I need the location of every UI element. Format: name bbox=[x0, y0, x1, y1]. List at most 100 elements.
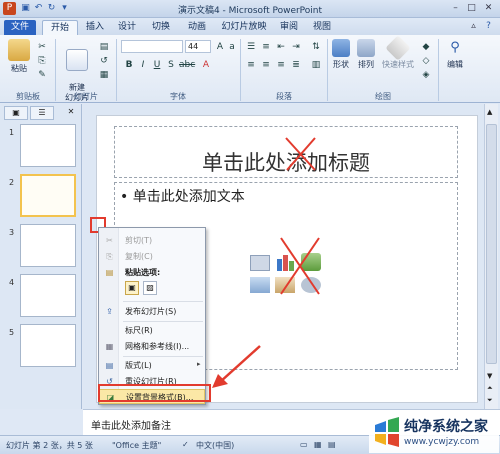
slide-number: 3 bbox=[9, 228, 15, 237]
group-separator bbox=[116, 39, 117, 101]
shape-effects-icon[interactable]: ◈ bbox=[420, 69, 432, 81]
paste-keep-source-icon[interactable]: ▣ bbox=[125, 281, 139, 295]
slide-count-status: 幻灯片 第 2 张，共 5 张 bbox=[6, 441, 93, 450]
language-status[interactable]: 中文(中国) bbox=[196, 440, 234, 451]
slide-number: 1 bbox=[9, 128, 15, 137]
maximize-button[interactable]: □ bbox=[464, 2, 479, 15]
shape-outline-icon[interactable]: ◇ bbox=[420, 55, 432, 67]
shadow-button[interactable]: S bbox=[165, 59, 177, 71]
decrease-indent-icon[interactable]: ⇤ bbox=[275, 41, 287, 53]
theme-status: "Office 主题" bbox=[112, 441, 162, 450]
slide-thumbnail[interactable] bbox=[20, 224, 76, 267]
vertical-scrollbar[interactable]: ▲ ▼ ⏶ ⏷ bbox=[484, 104, 498, 409]
spellcheck-icon[interactable]: ✓ bbox=[182, 440, 189, 449]
group-separator bbox=[438, 39, 439, 101]
tab-design[interactable]: 设计 bbox=[112, 20, 142, 35]
ribbon: 粘贴 ✂ ⎘ ✎ 剪贴板 新建 幻灯片 ▤ ↺ ▦ 幻灯片 44 A a B I… bbox=[0, 35, 500, 103]
shrink-font-icon[interactable]: a bbox=[226, 41, 238, 53]
minimize-ribbon-icon[interactable]: ▵ bbox=[466, 20, 481, 33]
submenu-arrow-icon: ▸ bbox=[197, 360, 201, 368]
slides-tab[interactable]: ▣ bbox=[4, 106, 28, 120]
menu-item-cut[interactable]: ✂ 剪切(T) bbox=[99, 233, 205, 248]
font-color-icon[interactable]: A bbox=[200, 59, 212, 71]
tab-home[interactable]: 开始 bbox=[42, 20, 78, 35]
tab-file[interactable]: 文件 bbox=[4, 20, 36, 35]
slide-thumbnail-selected[interactable] bbox=[20, 174, 76, 217]
insert-table-icon[interactable] bbox=[250, 255, 270, 271]
outline-tab[interactable]: ☰ bbox=[30, 106, 54, 120]
tab-transitions[interactable]: 切换 bbox=[146, 20, 176, 35]
reset-icon[interactable]: ↺ bbox=[98, 55, 110, 67]
minimize-button[interactable]: – bbox=[448, 2, 463, 15]
layout-icon[interactable]: ▤ bbox=[98, 41, 110, 53]
close-pane-icon[interactable]: ✕ bbox=[64, 106, 78, 120]
font-size-field[interactable]: 44 bbox=[185, 40, 211, 53]
cut-icon[interactable]: ✂ bbox=[36, 41, 48, 53]
menu-separator bbox=[123, 301, 203, 302]
columns-icon[interactable]: ▥ bbox=[310, 59, 322, 71]
slide-number: 5 bbox=[9, 328, 15, 337]
copy-icon[interactable]: ⎘ bbox=[36, 55, 48, 67]
quick-styles-button[interactable]: 快速样式 bbox=[380, 35, 416, 70]
slide-thumbnail[interactable] bbox=[20, 324, 76, 367]
close-button[interactable]: ✕ bbox=[481, 2, 496, 15]
tab-animations[interactable]: 动画 bbox=[182, 20, 212, 35]
group-separator bbox=[327, 39, 328, 101]
previous-slide-icon[interactable]: ⏶ bbox=[487, 384, 493, 393]
menu-item-publish-slides[interactable]: ⇪ 发布幻灯片(S) bbox=[99, 304, 205, 319]
binoculars-icon: ⚲ bbox=[450, 40, 460, 55]
clipboard-icon bbox=[8, 39, 30, 61]
align-right-icon[interactable]: ≡ bbox=[275, 59, 287, 71]
tab-review[interactable]: 审阅 bbox=[274, 20, 304, 35]
menu-item-grid-guides[interactable]: ▦ 网格和参考线(I)... bbox=[99, 339, 205, 354]
tab-slideshow[interactable]: 幻灯片放映 bbox=[216, 20, 272, 35]
editing-button[interactable]: ⚲ 编辑 bbox=[444, 39, 466, 70]
help-icon[interactable]: ? bbox=[481, 20, 496, 33]
slide-thumbnail[interactable] bbox=[20, 274, 76, 317]
align-center-icon[interactable]: ≡ bbox=[260, 59, 272, 71]
normal-view-icon[interactable]: ▭ bbox=[300, 440, 308, 449]
scrollbar-thumb[interactable] bbox=[486, 124, 497, 364]
menu-item-paste-options: ▤ 粘贴选项: bbox=[105, 268, 161, 277]
group-font-label: 字体 bbox=[170, 92, 186, 101]
section-icon[interactable]: ▦ bbox=[98, 69, 110, 81]
title-bar: P ▣ ↶ ↻ ▾ 演示文稿4 - Microsoft PowerPoint –… bbox=[0, 0, 500, 18]
justify-icon[interactable]: ≣ bbox=[290, 59, 302, 71]
menu-item-layout[interactable]: ▤ 版式(L) ▸ bbox=[99, 358, 205, 373]
insert-picture-icon[interactable] bbox=[250, 277, 270, 293]
tab-view[interactable]: 视图 bbox=[307, 20, 337, 35]
watermark: 纯净系统之家 www.ycwjzy.com bbox=[369, 413, 499, 453]
underline-button[interactable]: U bbox=[151, 59, 163, 71]
publish-icon: ⇪ bbox=[106, 307, 113, 316]
italic-button[interactable]: I bbox=[137, 59, 149, 71]
arrange-icon bbox=[357, 39, 375, 57]
bullets-icon[interactable]: ☰ bbox=[245, 41, 257, 53]
bold-button[interactable]: B bbox=[123, 59, 135, 71]
menu-separator bbox=[123, 321, 203, 322]
font-name-field[interactable] bbox=[121, 40, 183, 53]
slide-sorter-icon[interactable]: ▦ bbox=[314, 440, 322, 449]
align-left-icon[interactable]: ≡ bbox=[245, 59, 257, 71]
reading-view-icon[interactable]: ▤ bbox=[328, 440, 336, 449]
strikethrough-button[interactable]: abc bbox=[179, 59, 195, 71]
tab-insert[interactable]: 插入 bbox=[80, 20, 110, 35]
text-direction-icon[interactable]: ⇅ bbox=[310, 41, 322, 53]
shape-fill-icon[interactable]: ◆ bbox=[420, 41, 432, 53]
grow-font-icon[interactable]: A bbox=[214, 41, 226, 53]
format-painter-icon[interactable]: ✎ bbox=[36, 69, 48, 81]
numbering-icon[interactable]: ≡ bbox=[260, 41, 272, 53]
menu-item-copy[interactable]: ⎘ 复制(C) bbox=[99, 249, 205, 264]
scroll-up-icon[interactable]: ▲ bbox=[487, 108, 492, 116]
paste-button[interactable]: 粘贴 bbox=[6, 39, 32, 74]
notes-placeholder: 单击此处添加备注 bbox=[91, 421, 171, 432]
menu-item-ruler[interactable]: 标尺(R) bbox=[99, 323, 205, 338]
scroll-down-icon[interactable]: ▼ bbox=[487, 372, 492, 380]
increase-indent-icon[interactable]: ⇥ bbox=[290, 41, 302, 53]
shape-button[interactable]: 形状 bbox=[331, 39, 351, 70]
group-separator bbox=[55, 39, 56, 101]
arrange-button[interactable]: 排列 bbox=[356, 39, 376, 70]
paste-picture-icon[interactable]: ▨ bbox=[143, 281, 157, 295]
next-slide-icon[interactable]: ⏷ bbox=[487, 396, 493, 405]
content-placeholder-text: • 单击此处添加文本 bbox=[120, 189, 245, 205]
slide-thumbnail[interactable] bbox=[20, 124, 76, 167]
